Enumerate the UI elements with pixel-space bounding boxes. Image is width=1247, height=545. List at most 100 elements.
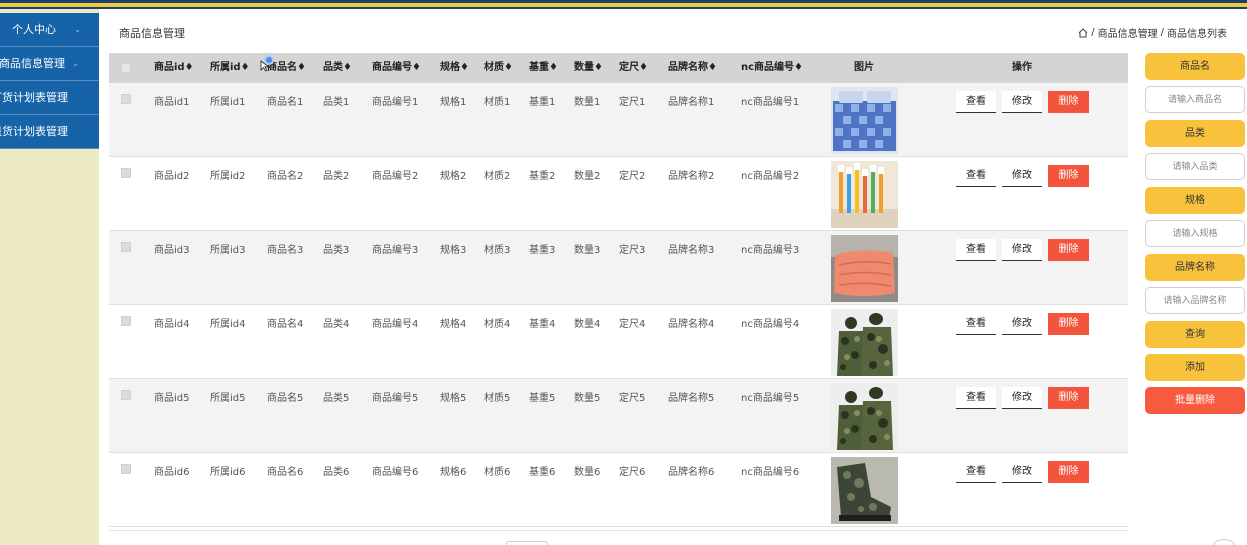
edit-button[interactable]: 修改 xyxy=(1002,461,1042,483)
view-button[interactable]: 查看 xyxy=(956,91,996,113)
search-button[interactable]: 查询 xyxy=(1145,321,1245,348)
view-button[interactable]: 查看 xyxy=(956,461,996,483)
th-product-id[interactable]: 商品id♦ xyxy=(154,53,194,83)
sort-icon: ♦ xyxy=(184,62,194,73)
cell-product-code: 商品编号3 xyxy=(372,245,419,256)
edit-button[interactable]: 修改 xyxy=(1002,91,1042,113)
cell-spec: 规格6 xyxy=(440,467,467,478)
th-spec[interactable]: 规格♦ xyxy=(440,53,469,83)
product-image-camo[interactable] xyxy=(831,309,898,376)
th-nc-code[interactable]: nc商品编号♦ xyxy=(741,53,803,83)
cell-spec: 规格1 xyxy=(440,97,467,108)
cell-quantity: 数量1 xyxy=(574,97,601,108)
cell-product-name: 商品名3 xyxy=(267,245,304,256)
th-category[interactable]: 品类♦ xyxy=(323,53,352,83)
delete-button[interactable]: 删除 xyxy=(1048,91,1089,113)
cell-owner-id: 所属id6 xyxy=(210,467,246,478)
cell-nc-code: nc商品编号6 xyxy=(741,467,800,478)
cell-quantity: 数量6 xyxy=(574,467,601,478)
view-button[interactable]: 查看 xyxy=(956,239,996,261)
spec-input[interactable] xyxy=(1145,220,1245,247)
cell-product-id: 商品id6 xyxy=(154,467,190,478)
home-icon[interactable] xyxy=(1078,27,1088,38)
th-weight[interactable]: 基重♦ xyxy=(529,53,558,83)
row-checkbox[interactable] xyxy=(121,242,131,252)
cell-product-code: 商品编号4 xyxy=(372,319,419,330)
cell-brand: 品牌名称1 xyxy=(668,97,715,108)
cell-product-id: 商品id3 xyxy=(154,245,190,256)
delete-button[interactable]: 删除 xyxy=(1048,461,1089,483)
row-checkbox[interactable] xyxy=(121,168,131,178)
edit-button[interactable]: 修改 xyxy=(1002,165,1042,187)
row-checkbox[interactable] xyxy=(121,94,131,104)
sidebar-item-product-info[interactable]: 商品信息管理 ⌄ xyxy=(0,47,99,81)
view-button[interactable]: 查看 xyxy=(956,387,996,409)
delete-button[interactable]: 删除 xyxy=(1048,387,1089,409)
brand-label: 品牌名称 xyxy=(1145,254,1245,281)
sort-icon: ♦ xyxy=(794,62,804,73)
chevron-down-icon: ⌄ xyxy=(74,25,81,34)
sidebar-item-order-plan[interactable]: 订货计划表管理 xyxy=(0,81,99,115)
select-all-checkbox[interactable] xyxy=(121,63,131,73)
cell-quantity: 数量4 xyxy=(574,319,601,330)
th-product-code[interactable]: 商品编号♦ xyxy=(372,53,421,83)
category-input[interactable] xyxy=(1145,153,1245,180)
cell-size: 定尺3 xyxy=(619,245,646,256)
delete-button[interactable]: 删除 xyxy=(1048,239,1089,261)
product-image-camo[interactable] xyxy=(831,383,898,450)
row-checkbox[interactable] xyxy=(121,316,131,326)
product-image-toothbrush[interactable] xyxy=(831,161,898,228)
th-quantity[interactable]: 数量♦ xyxy=(574,53,603,83)
product-image-boots[interactable] xyxy=(831,457,898,524)
table-row: 商品id4 所属id4 商品名4 品类4 商品编号4 规格4 材质4 基重4 数… xyxy=(109,305,1128,379)
th-actions: 操作 xyxy=(1012,62,1032,73)
cell-category: 品类4 xyxy=(323,319,350,330)
cell-spec: 规格2 xyxy=(440,171,467,182)
cell-category: 品类5 xyxy=(323,393,350,404)
cell-brand: 品牌名称3 xyxy=(668,245,715,256)
delete-button[interactable]: 删除 xyxy=(1048,165,1089,187)
edit-button[interactable]: 修改 xyxy=(1002,313,1042,335)
product-image-quilt[interactable] xyxy=(831,235,898,302)
cell-nc-code: nc商品编号4 xyxy=(741,319,800,330)
cell-owner-id: 所属id2 xyxy=(210,171,246,182)
scroll-top-button[interactable] xyxy=(1211,539,1237,545)
cell-product-id: 商品id5 xyxy=(154,393,190,404)
product-image-bedding[interactable] xyxy=(831,87,898,154)
view-button[interactable]: 查看 xyxy=(956,165,996,187)
row-checkbox[interactable] xyxy=(121,464,131,474)
brand-input[interactable] xyxy=(1145,287,1245,314)
cell-product-name: 商品名2 xyxy=(267,171,304,182)
row-checkbox[interactable] xyxy=(121,390,131,400)
breadcrumb-level1[interactable]: 商品信息管理 xyxy=(1098,25,1158,40)
cell-quantity: 数量3 xyxy=(574,245,601,256)
cell-product-name: 商品名5 xyxy=(267,393,304,404)
th-size[interactable]: 定尺♦ xyxy=(619,53,648,83)
th-material[interactable]: 材质♦ xyxy=(484,53,513,83)
th-brand[interactable]: 品牌名称♦ xyxy=(668,53,717,83)
sidebar-item-label: 退货计划表管理 xyxy=(0,125,68,138)
sidebar-item-profile[interactable]: 个人中心 ⌄ xyxy=(0,13,99,47)
cell-nc-code: nc商品编号2 xyxy=(741,171,800,182)
edit-button[interactable]: 修改 xyxy=(1002,239,1042,261)
breadcrumb: / 商品信息管理 / 商品信息列表 xyxy=(1078,25,1227,40)
cell-category: 品类1 xyxy=(323,97,350,108)
batch-delete-button[interactable]: 批量删除 xyxy=(1145,387,1245,414)
cell-product-name: 商品名4 xyxy=(267,319,304,330)
table-row: 商品id6 所属id6 商品名6 品类6 商品编号6 规格6 材质6 基重6 数… xyxy=(109,453,1128,527)
cell-owner-id: 所属id1 xyxy=(210,97,246,108)
breadcrumb-level2: 商品信息列表 xyxy=(1167,29,1227,40)
chevron-down-icon: ⌄ xyxy=(72,59,79,68)
product-name-input[interactable] xyxy=(1145,86,1245,113)
edit-button[interactable]: 修改 xyxy=(1002,387,1042,409)
cell-owner-id: 所属id4 xyxy=(210,319,246,330)
sidebar-item-return-plan[interactable]: 退货计划表管理 xyxy=(0,115,99,149)
pagination-size-select[interactable] xyxy=(506,541,548,545)
cell-product-id: 商品id1 xyxy=(154,97,190,108)
cell-material: 材质1 xyxy=(484,97,511,108)
add-button[interactable]: 添加 xyxy=(1145,354,1245,381)
cell-material: 材质4 xyxy=(484,319,511,330)
view-button[interactable]: 查看 xyxy=(956,313,996,335)
th-owner-id[interactable]: 所属id♦ xyxy=(210,53,250,83)
delete-button[interactable]: 删除 xyxy=(1048,313,1089,335)
